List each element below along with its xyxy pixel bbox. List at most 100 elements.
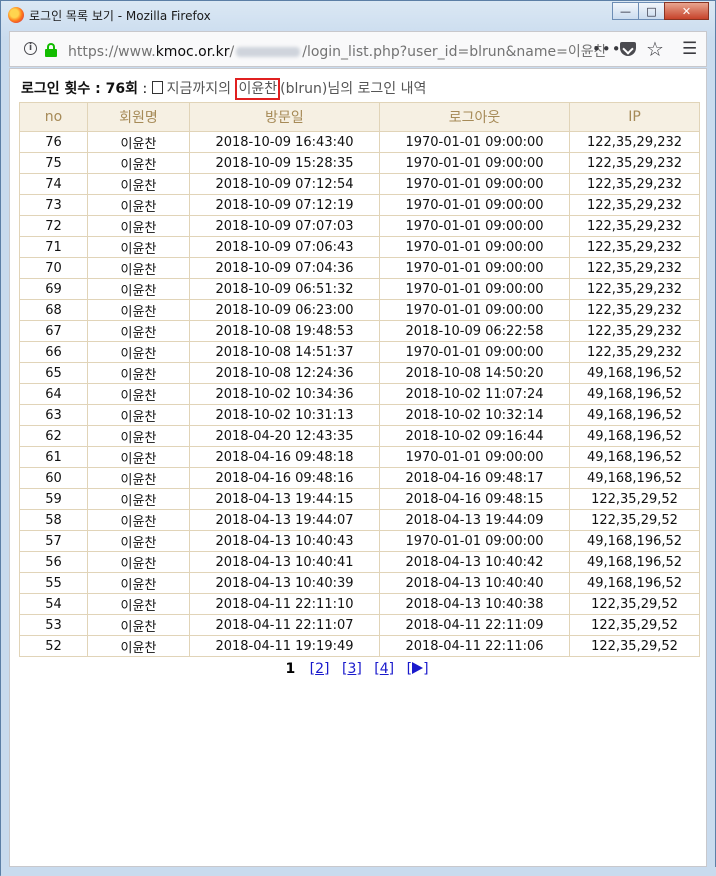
cell-logout-time: 2018-04-11 22:11:09 <box>379 614 570 636</box>
cell-member: 이윤찬 <box>87 614 190 636</box>
cell-visit-time: 2018-10-08 14:51:37 <box>189 341 380 363</box>
cell-logout-time: 2018-10-09 06:22:58 <box>379 320 570 342</box>
cell-logout-time: 1970-01-01 09:00:00 <box>379 530 570 552</box>
cell-visit-time: 2018-10-09 06:51:32 <box>189 278 380 300</box>
cell-logout-time: 1970-01-01 09:00:00 <box>379 257 570 279</box>
url-prefix: https://www. <box>68 44 156 60</box>
cell-no: 55 <box>19 572 88 594</box>
cell-visit-time: 2018-10-09 16:43:40 <box>189 131 380 153</box>
cell-no: 71 <box>19 236 88 258</box>
cell-logout-time: 1970-01-01 09:00:00 <box>379 194 570 216</box>
url-text[interactable]: https://www.kmoc.or.kr/ /login_list.php?u… <box>68 41 606 61</box>
cell-member: 이윤찬 <box>87 404 190 426</box>
cell-member: 이윤찬 <box>87 173 190 195</box>
cell-ip: 49,168,196,52 <box>569 551 700 573</box>
browser-window: 로그인 목록 보기 - Mozilla Firefox — □ ✕ i http… <box>0 0 716 876</box>
table-row: 57 이윤찬 2018-04-13 10:40:43 1970-01-01 09:00… <box>19 530 700 552</box>
cell-no: 56 <box>19 551 88 573</box>
col-header-member: 회원명 <box>87 102 190 132</box>
cell-member: 이윤찬 <box>87 278 190 300</box>
cell-ip: 49,168,196,52 <box>569 404 700 426</box>
cell-no: 61 <box>19 446 88 468</box>
cell-logout-time: 1970-01-01 09:00:00 <box>379 341 570 363</box>
cell-logout-time: 1970-01-01 09:00:00 <box>379 299 570 321</box>
page-content: 로그인 횟수 : 76회 : 지금까지의 이윤찬 (blrun)님의 로그인 내역… <box>9 68 707 867</box>
table-row: 67 이윤찬 2018-10-08 19:48:53 2018-10-09 06:22… <box>19 320 700 342</box>
url-slash: / <box>229 44 235 60</box>
window-controls: — □ ✕ <box>612 2 709 22</box>
firefox-icon <box>8 7 24 23</box>
cell-ip: 122,35,29,232 <box>569 299 700 321</box>
next-arrow-icon[interactable] <box>412 662 424 674</box>
pocket-icon[interactable] <box>620 42 636 56</box>
hamburger-menu-icon[interactable]: ☰ <box>682 39 697 59</box>
cell-visit-time: 2018-04-13 19:44:07 <box>189 509 380 531</box>
table-row: 70 이윤찬 2018-10-09 07:04:36 1970-01-01 09:00… <box>19 257 700 279</box>
page-link-2[interactable]: [2] <box>310 661 330 677</box>
cell-logout-time: 1970-01-01 09:00:00 <box>379 236 570 258</box>
close-button[interactable]: ✕ <box>664 2 709 20</box>
next-page-link[interactable]: [] <box>407 661 429 677</box>
title-bar: 로그인 목록 보기 - Mozilla Firefox — □ ✕ <box>1 1 715 29</box>
cell-logout-time: 2018-10-02 09:16:44 <box>379 425 570 447</box>
cell-ip: 49,168,196,52 <box>569 425 700 447</box>
cell-logout-time: 2018-04-16 09:48:15 <box>379 488 570 510</box>
cell-ip: 49,168,196,52 <box>569 362 700 384</box>
col-header-logout: 로그아웃 <box>379 102 570 132</box>
cell-member: 이윤찬 <box>87 131 190 153</box>
minimize-button[interactable]: — <box>612 2 639 20</box>
cell-visit-time: 2018-04-13 19:44:15 <box>189 488 380 510</box>
cell-no: 67 <box>19 320 88 342</box>
cell-visit-time: 2018-10-02 10:31:13 <box>189 404 380 426</box>
blurred-path <box>236 47 301 57</box>
cell-no: 64 <box>19 383 88 405</box>
table-row: 65 이윤찬 2018-10-08 12:24:36 2018-10-08 14:50… <box>19 362 700 384</box>
table-row: 53 이윤찬 2018-04-11 22:11:07 2018-04-11 22:11… <box>19 614 700 636</box>
cell-no: 65 <box>19 362 88 384</box>
cell-logout-time: 1970-01-01 09:00:00 <box>379 215 570 237</box>
cell-visit-time: 2018-04-13 10:40:41 <box>189 551 380 573</box>
page-actions-icon[interactable]: ••• <box>592 40 622 58</box>
login-count-label: 로그인 횟수 : <box>21 81 106 97</box>
cell-ip: 49,168,196,52 <box>569 530 700 552</box>
cell-no: 63 <box>19 404 88 426</box>
cell-ip: 122,35,29,232 <box>569 215 700 237</box>
cell-ip: 122,35,29,52 <box>569 593 700 615</box>
cell-no: 66 <box>19 341 88 363</box>
lock-icon[interactable] <box>45 43 57 57</box>
cell-ip: 122,35,29,52 <box>569 488 700 510</box>
info-icon[interactable]: i <box>24 42 37 55</box>
table-row: 73 이윤찬 2018-10-09 07:12:19 1970-01-01 09:00… <box>19 194 700 216</box>
table-row: 59 이윤찬 2018-04-13 19:44:15 2018-04-16 09:48… <box>19 488 700 510</box>
bookmark-star-icon[interactable]: ☆ <box>646 37 664 61</box>
cell-no: 60 <box>19 467 88 489</box>
cell-logout-time: 2018-04-13 10:40:42 <box>379 551 570 573</box>
cell-logout-time: 2018-04-13 10:40:40 <box>379 572 570 594</box>
url-bar[interactable]: i https://www.kmoc.or.kr/ /login_list.php… <box>9 31 707 67</box>
cell-member: 이윤찬 <box>87 320 190 342</box>
cell-no: 52 <box>19 635 88 657</box>
page-link-4[interactable]: [4] <box>374 661 394 677</box>
cell-visit-time: 2018-10-08 19:48:53 <box>189 320 380 342</box>
cell-visit-time: 2018-04-13 10:40:39 <box>189 572 380 594</box>
cell-no: 70 <box>19 257 88 279</box>
cell-member: 이윤찬 <box>87 341 190 363</box>
cell-member: 이윤찬 <box>87 572 190 594</box>
table-row: 64 이윤찬 2018-10-02 10:34:36 2018-10-02 11:07… <box>19 383 700 405</box>
url-rest: /login_list.php?user_id=blrun&name=이윤찬 <box>302 44 607 60</box>
cell-logout-time: 1970-01-01 09:00:00 <box>379 446 570 468</box>
cell-visit-time: 2018-10-09 07:12:19 <box>189 194 380 216</box>
maximize-button[interactable]: □ <box>638 2 665 20</box>
cell-logout-time: 1970-01-01 09:00:00 <box>379 173 570 195</box>
cell-member: 이윤찬 <box>87 488 190 510</box>
cell-logout-time: 2018-10-02 10:32:14 <box>379 404 570 426</box>
page-heading: 로그인 횟수 : 76회 : 지금까지의 이윤찬 (blrun)님의 로그인 내역 <box>21 78 426 100</box>
page-link-3[interactable]: [3] <box>342 661 362 677</box>
table-row: 62 이윤찬 2018-04-20 12:43:35 2018-10-02 09:16… <box>19 425 700 447</box>
table-row: 63 이윤찬 2018-10-02 10:31:13 2018-10-02 10:32… <box>19 404 700 426</box>
cell-ip: 122,35,29,52 <box>569 509 700 531</box>
cell-ip: 49,168,196,52 <box>569 467 700 489</box>
cell-ip: 122,35,29,232 <box>569 320 700 342</box>
table-row: 75 이윤찬 2018-10-09 15:28:35 1970-01-01 09:00… <box>19 152 700 174</box>
url-host: kmoc.or.kr <box>155 44 230 60</box>
